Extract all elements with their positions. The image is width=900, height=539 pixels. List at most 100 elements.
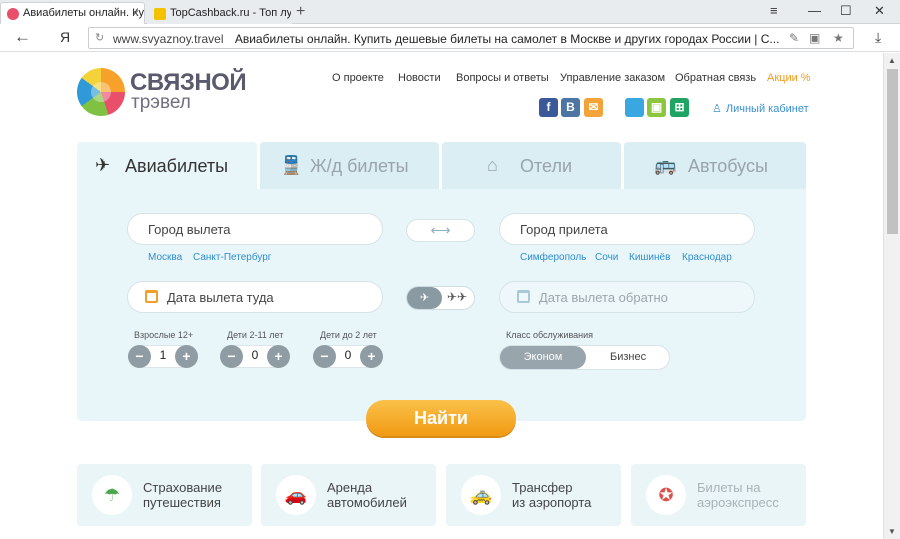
service-class-toggle[interactable]: Эконом Бизнес [499,345,670,370]
card-transfer-title: Трансфер из аэропорта [512,480,592,510]
nav-feedback[interactable]: Обратная связь [675,72,756,84]
tab-trains-label: Ж/д билеты [310,156,409,176]
scroll-up-icon[interactable]: ▲ [888,56,896,65]
quick-city-link[interactable]: Москва [148,252,182,263]
user-icon: ♙ [712,103,722,115]
card-insurance[interactable]: ☂ Страхование путешествия [77,464,252,526]
children-minus-button[interactable]: − [220,345,243,368]
return-date-input[interactable]: Дата вылета обратно [499,281,755,313]
card-car-rental-title: Аренда автомобилей [327,480,407,510]
android-icon[interactable]: ▣ [647,98,666,117]
quick-city-link[interactable]: Сочи [595,252,618,263]
logo-subtext[interactable]: трэвел [131,92,191,114]
yandex-logo-icon[interactable]: Я [60,29,70,45]
tab-favicon-icon [7,8,19,20]
tab-buses[interactable]: 🚌 Автобусы [624,142,806,189]
calendar-icon [145,290,158,303]
class-economy-option[interactable]: Эконом [500,346,586,369]
children-count: 0 [251,348,259,362]
card-aeroexpress-title: Билеты на аэроэкспресс [697,480,779,510]
train-icon: 🚆 [280,155,303,175]
tab-flights[interactable]: ✈ Авиабилеты [77,142,257,189]
card-aeroexpress[interactable]: ✪ Билеты на аэроэкспресс [631,464,806,526]
aeroexpress-icon: ✪ [646,475,686,515]
new-tab-button[interactable]: + [296,3,305,21]
round-trip-airplane-icon[interactable]: ✈✈ [447,290,467,304]
reload-icon[interactable]: ↻ [95,31,104,44]
nav-about[interactable]: О проекте [332,72,384,84]
adults-label: Взрослые 12+ [134,330,194,340]
adults-count: 1 [159,348,167,362]
url-field[interactable]: ↻ www.svyaznoy.travel Авиабилеты онлайн.… [88,27,854,49]
address-bar: ← Я ↻ www.svyaznoy.travel Авиабилеты онл… [0,24,900,52]
umbrella-icon: ☂ [92,475,132,515]
tab-title: Авиабилеты онлайн. Куп [23,7,145,19]
browser-tab-active[interactable]: Авиабилеты онлайн. Куп × [0,2,145,24]
children-label: Дети 2-11 лет [227,330,284,340]
url-page-title: Авиабилеты онлайн. Купить дешевые билеты… [234,32,780,46]
personal-account-link[interactable]: ♙ Личный кабинет [712,102,809,115]
maximize-icon[interactable]: ☐ [840,3,852,19]
lock-icon[interactable]: ▣ [809,31,820,45]
service-class-label: Класс обслуживания [506,330,594,340]
protect-icon[interactable]: ✎ [789,31,799,45]
browser-tab-inactive[interactable]: TopCashback.ru - Топ лучш [147,2,292,24]
quick-city-link[interactable]: Санкт-Петербург [193,252,271,263]
infants-minus-button[interactable]: − [313,345,336,368]
nav-promotions[interactable]: Акции % [767,72,811,84]
bookmark-star-icon[interactable]: ★ [833,31,844,45]
airplane-icon: ✈ [95,155,111,175]
taxi-icon: 🚕 [461,475,501,515]
tab-flights-label: Авиабилеты [125,156,229,176]
arrival-city-input[interactable]: Город прилета [499,213,755,245]
url-domain: www.svyaznoy.travel [113,32,224,46]
scroll-thumb[interactable] [887,69,898,234]
back-arrow-icon[interactable]: ← [14,27,31,47]
menu-icon[interactable]: ≡ [770,3,778,18]
quick-city-link[interactable]: Кишинёв [629,252,670,263]
car-icon: 🚗 [276,475,316,515]
browser-tab-bar: Авиабилеты онлайн. Куп × TopCashback.ru … [0,0,900,24]
nav-order-management[interactable]: Управление заказом [560,72,665,84]
email-icon[interactable]: ✉ [584,98,603,117]
nav-faq[interactable]: Вопросы и ответы [456,72,549,84]
minimize-icon[interactable]: — [808,3,821,18]
logo-icon[interactable] [77,68,125,116]
bus-icon: 🚌 [654,155,677,175]
house-icon: ⌂ [487,155,498,175]
adults-plus-button[interactable]: + [175,345,198,368]
apple-icon[interactable] [625,98,644,117]
download-icon[interactable]: ⤓ [875,29,881,46]
card-transfer[interactable]: 🚕 Трансфер из аэропорта [446,464,621,526]
infants-count: 0 [344,348,352,362]
one-way-airplane-icon[interactable]: ✈ [407,287,442,309]
scrollbar[interactable]: ▲ ▼ [883,53,900,539]
tab-hotels[interactable]: ⌂ Отели [442,142,621,189]
departure-city-input[interactable]: Город вылета [127,213,383,245]
infants-label: Дети до 2 лет [320,330,377,340]
departure-date-input[interactable]: Дата вылета туда [127,281,383,313]
personal-account-label: Личный кабинет [725,103,809,115]
swap-cities-button[interactable]: ⟷ [406,219,475,242]
quick-city-link[interactable]: Симферополь [520,252,586,263]
adults-minus-button[interactable]: − [128,345,151,368]
windows-phone-icon[interactable]: ⊞ [670,98,689,117]
close-tab-icon[interactable]: × [132,6,139,20]
calendar-icon [517,290,530,303]
tab-trains[interactable]: 🚆 Ж/д билеты [260,142,439,189]
vkontakte-icon[interactable]: В [561,98,580,117]
tab-title: TopCashback.ru - Топ лучш [170,7,292,19]
scroll-down-icon[interactable]: ▼ [888,527,896,536]
tab-buses-label: Автобусы [688,156,768,176]
quick-city-link[interactable]: Краснодар [682,252,732,263]
nav-news[interactable]: Новости [398,72,441,84]
facebook-icon[interactable]: f [539,98,558,117]
children-plus-button[interactable]: + [267,345,290,368]
card-insurance-title: Страхование путешествия [143,480,223,510]
close-window-icon[interactable]: ✕ [874,3,885,19]
infants-plus-button[interactable]: + [360,345,383,368]
class-business-option[interactable]: Бизнес [610,351,646,363]
card-car-rental[interactable]: 🚗 Аренда автомобилей [261,464,436,526]
trip-type-toggle[interactable]: ✈ ✈✈ [406,286,475,310]
find-button[interactable]: Найти [366,400,516,436]
